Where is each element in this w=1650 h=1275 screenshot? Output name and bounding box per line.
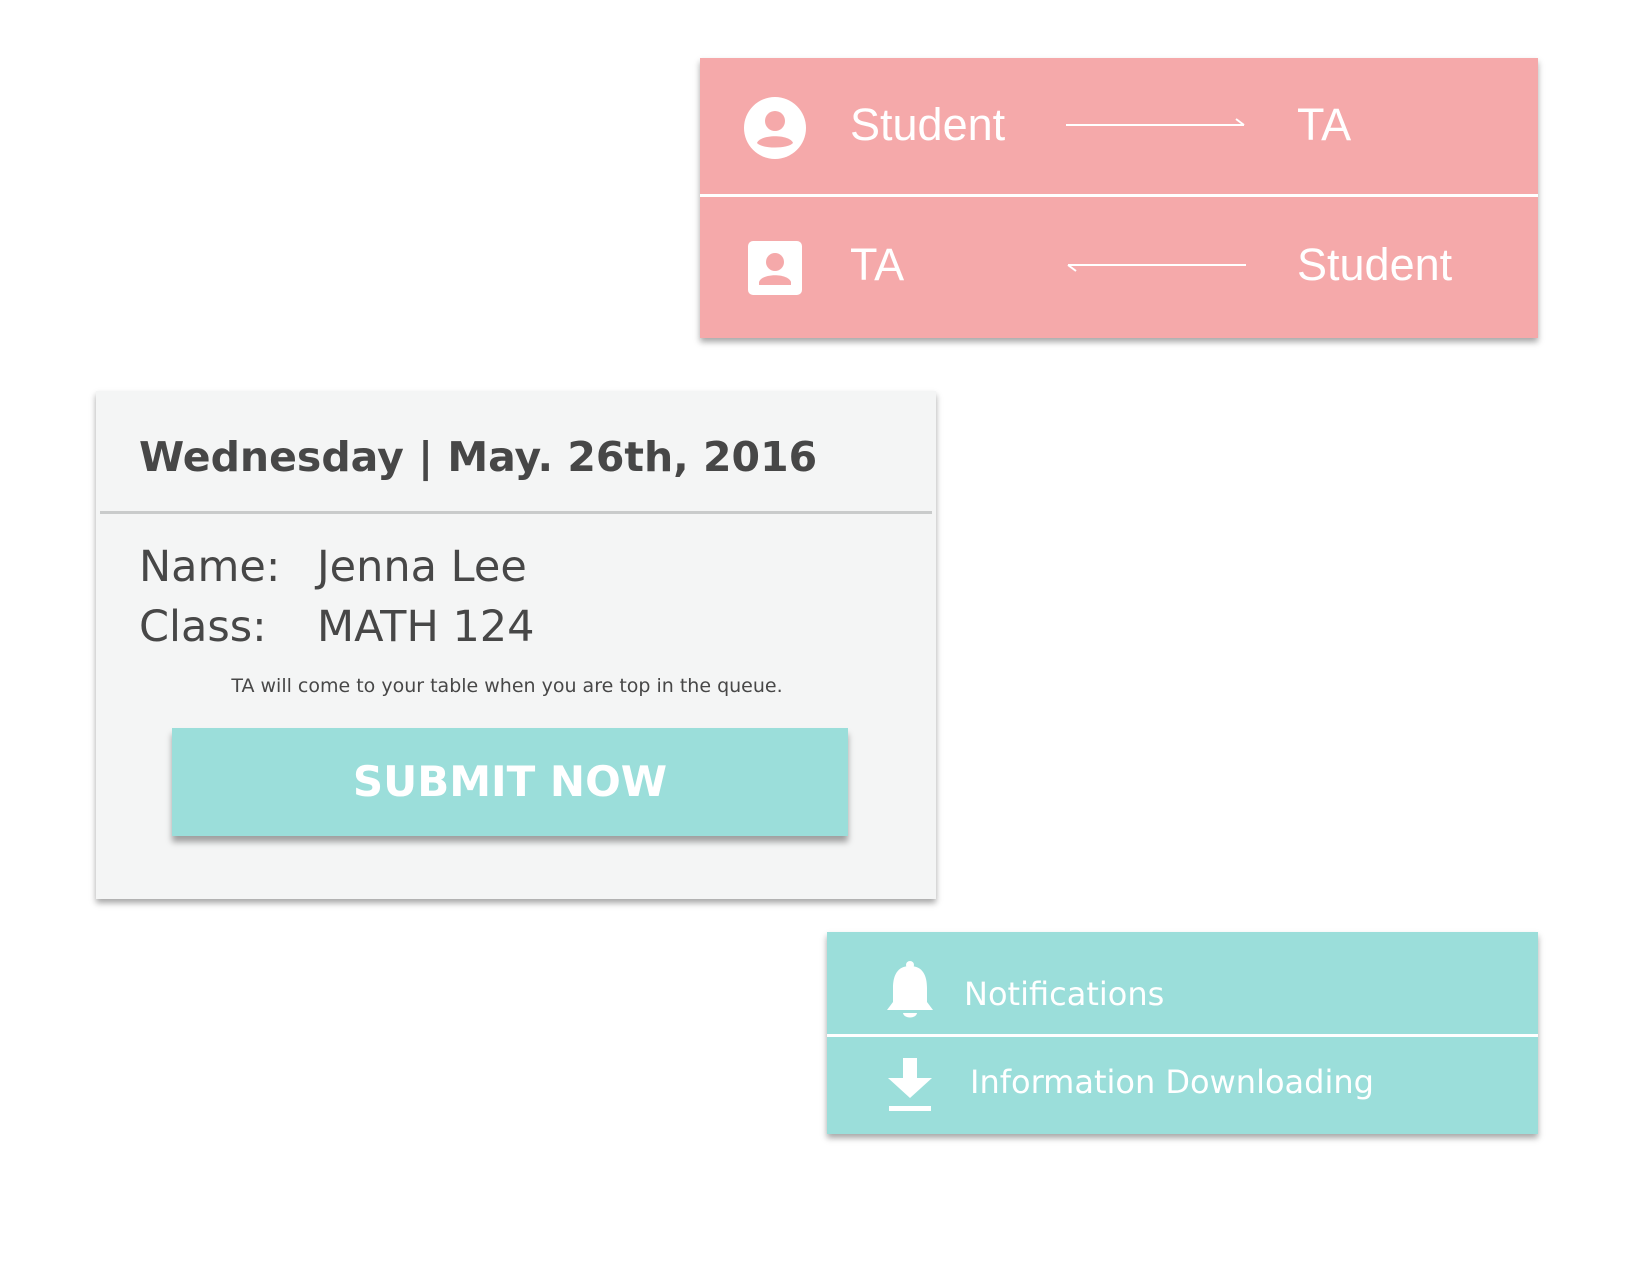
role-to-label: Student [1297,239,1453,290]
role-from-label: TA [850,239,905,290]
download-icon [882,1056,938,1112]
queue-note: TA will come to your table when you are … [231,675,783,697]
name-label: Name: [139,542,281,592]
account-circle-icon [744,97,806,159]
class-label: Class: [139,602,267,652]
left-arrow-icon [1066,257,1246,273]
notifications-item[interactable]: Notifications [827,932,1538,1034]
information-downloading-label: Information Downloading [970,1063,1374,1101]
queue-divider [100,511,932,514]
settings-card: Notifications Information Downloading [827,932,1538,1134]
role-from-label: Student [850,99,1006,150]
date-heading: Wednesday | May. 26th, 2016 [139,433,818,481]
class-field: Class: MATH 124 [139,599,535,655]
role-switch-card: Student TA TA Student [700,58,1538,338]
name-field: Name: Jenna Lee [139,539,527,595]
queue-form-card: Wednesday | May. 26th, 2016 Name: Jenna L… [96,391,936,899]
name-value: Jenna Lee [317,542,527,592]
notifications-label: Notifications [964,975,1165,1013]
role-switch-ta-to-student[interactable]: TA Student [700,198,1538,335]
right-arrow-icon [1066,117,1246,133]
class-value: MATH 124 [317,602,535,652]
information-downloading-item[interactable]: Information Downloading [827,1037,1538,1134]
role-divider [700,194,1538,197]
role-switch-student-to-ta[interactable]: Student TA [700,58,1538,195]
role-to-label: TA [1297,99,1352,150]
bell-icon [882,960,938,1022]
submit-button[interactable]: SUBMIT NOW [172,728,848,836]
account-box-icon [744,237,806,299]
